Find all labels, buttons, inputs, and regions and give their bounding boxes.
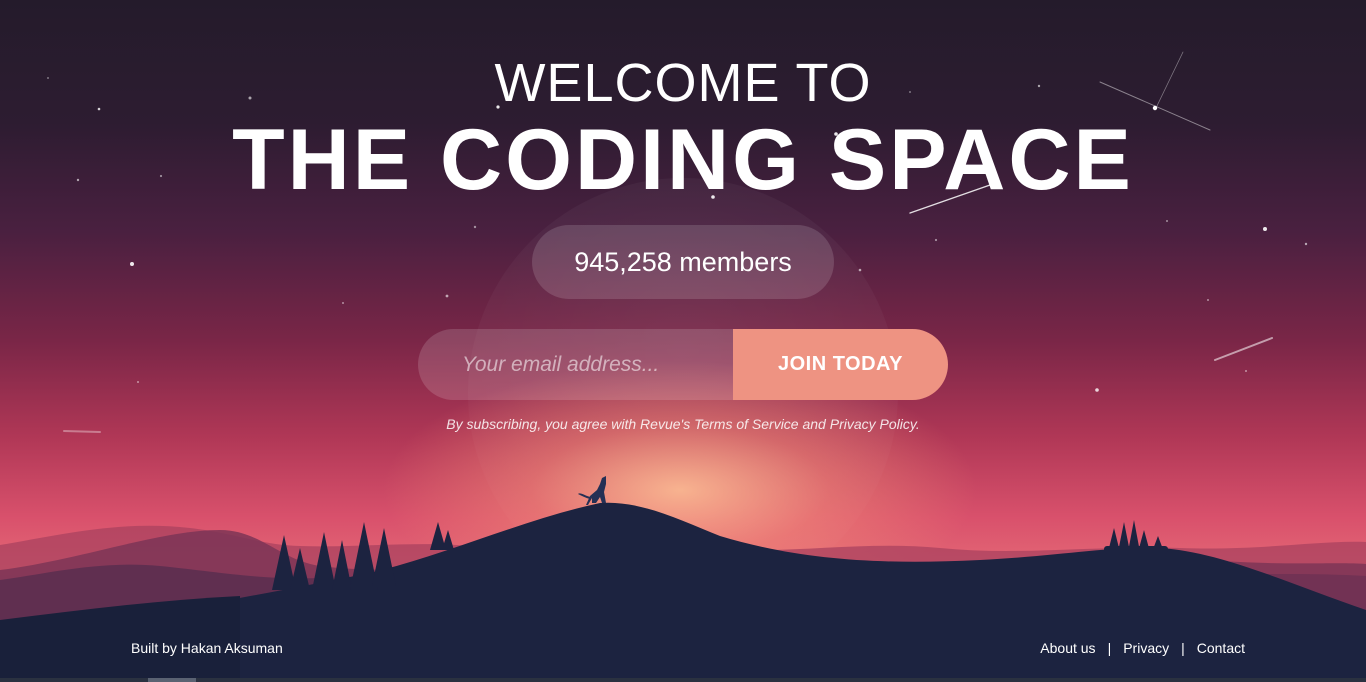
footer-nav: About us | Privacy | Contact <box>1040 640 1245 656</box>
footer-separator: | <box>1107 640 1112 656</box>
site-title: THE CODING SPACE <box>232 112 1134 208</box>
footer-link-contact[interactable]: Contact <box>1197 640 1245 656</box>
member-count-badge: 945,258 members <box>532 225 834 299</box>
horizontal-scrollbar[interactable] <box>0 678 1366 682</box>
landing-page: WELCOME TO THE CODING SPACE 945,258 memb… <box>0 0 1366 682</box>
wolf-silhouette <box>578 476 606 505</box>
join-today-button[interactable]: JOIN TODAY <box>733 329 948 400</box>
pine-trees-left <box>272 522 454 590</box>
footer-credit: Built by Hakan Aksuman <box>131 640 283 656</box>
email-field[interactable] <box>418 329 733 400</box>
welcome-heading: WELCOME TO <box>494 53 872 113</box>
terms-notice: By subscribing, you agree with Revue's T… <box>446 416 920 432</box>
pine-trees-right <box>1104 520 1168 554</box>
footer-link-privacy[interactable]: Privacy <box>1123 640 1169 656</box>
newsletter-signup-form: JOIN TODAY <box>418 329 948 400</box>
footer-link-about-us[interactable]: About us <box>1040 640 1095 656</box>
background-hills <box>0 525 1366 682</box>
scrollbar-thumb[interactable] <box>148 678 196 682</box>
footer-separator: | <box>1181 640 1185 656</box>
